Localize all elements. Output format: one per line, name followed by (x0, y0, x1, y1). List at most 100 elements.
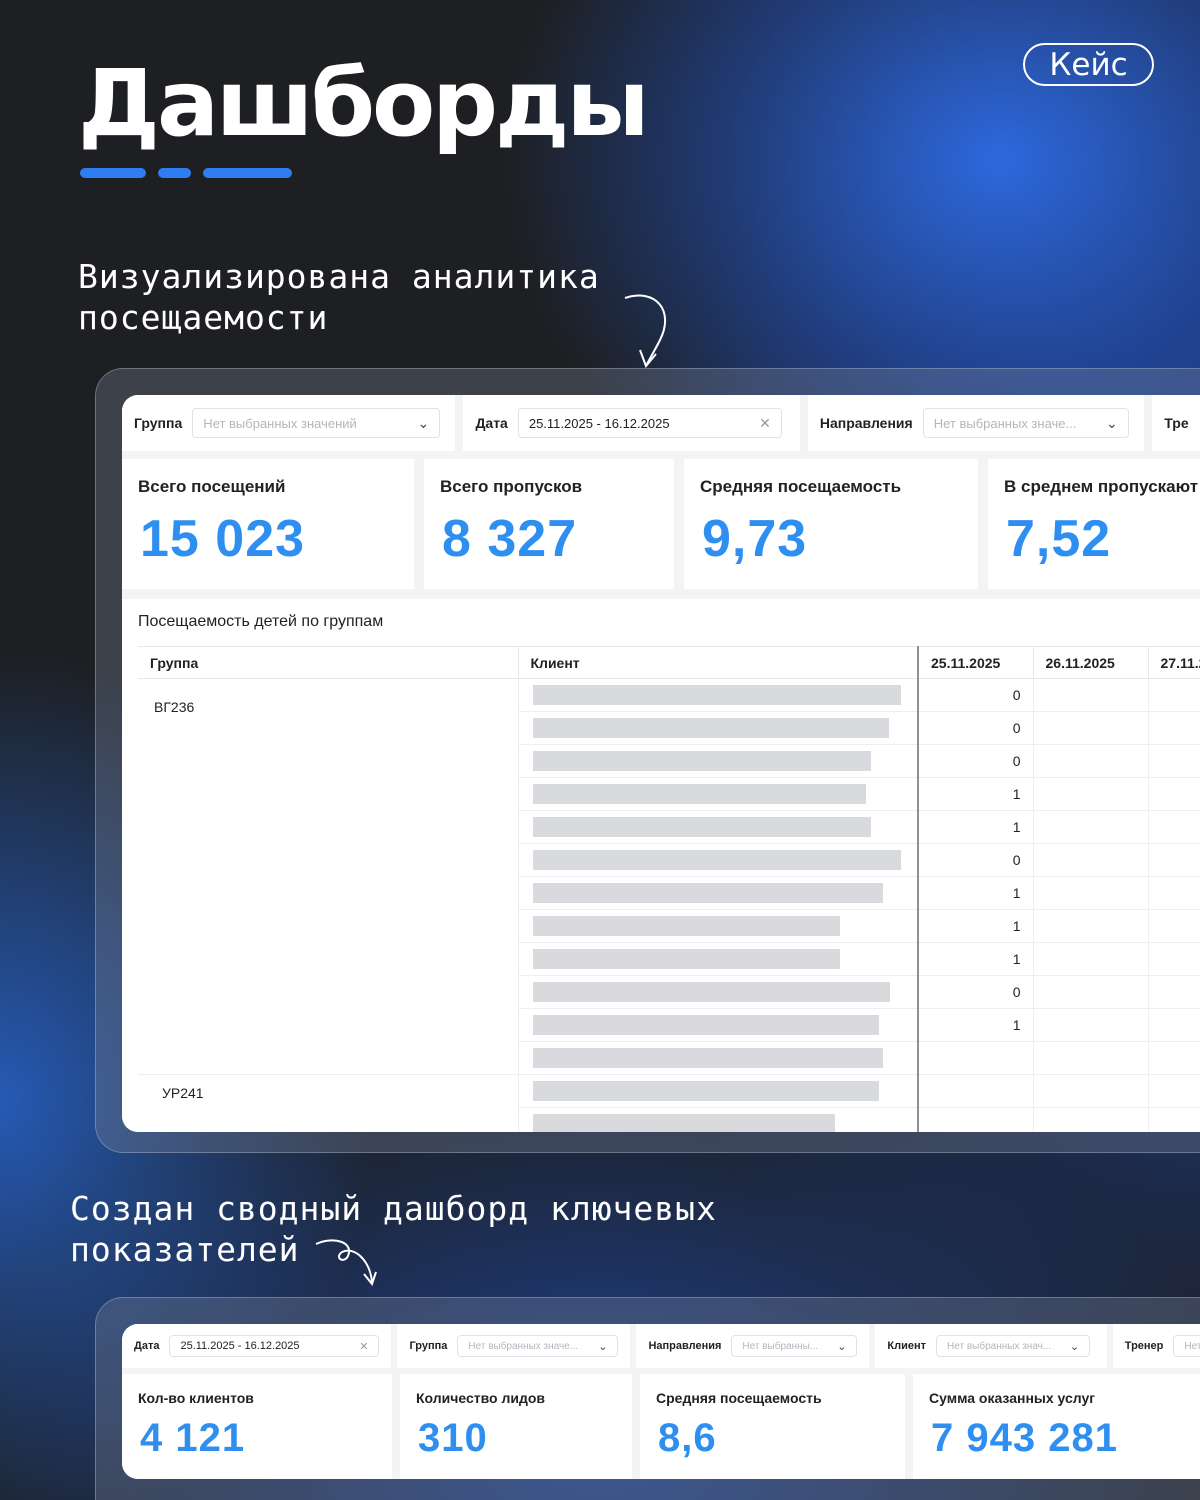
filter-label: Направления (819, 415, 913, 431)
close-icon[interactable]: ✕ (359, 1340, 368, 1353)
client-cell (518, 744, 919, 778)
attendance-value (1148, 909, 1200, 943)
redacted-name (532, 916, 840, 936)
filter-bar: Группа Нет выбранных значений ⌄ Дата 25.… (122, 395, 1200, 451)
attendance-value (1033, 1008, 1149, 1042)
redacted-name (532, 850, 901, 870)
directions-select[interactable]: Нет выбранных значе... ⌄ (922, 408, 1129, 438)
column-header[interactable]: 26.11.2025 (1033, 646, 1149, 679)
kpi-title: Сумма оказанных услуг (929, 1390, 1096, 1406)
attendance-value (1148, 975, 1200, 1009)
attendance-value (917, 1074, 1034, 1108)
filter-label: Группа (409, 1340, 448, 1352)
table-title: Посещаемость детей по группам (138, 613, 384, 630)
client-cell (518, 810, 919, 844)
chevron-down-icon[interactable]: ⌄ (418, 415, 430, 432)
client-cell (518, 777, 919, 811)
filter-date[interactable]: Дата 25.11.2025 - 16.12.2025 ✕ (122, 1324, 392, 1368)
group-cell: УР241 (138, 1074, 519, 1132)
attendance-value (1033, 711, 1149, 745)
filter-label: Группа (134, 415, 183, 431)
redacted-name (532, 883, 883, 903)
column-header[interactable]: Клиент (518, 646, 919, 679)
client-select[interactable]: Нет выбранных знач... ⌄ (936, 1335, 1091, 1357)
underline-dash (203, 168, 292, 178)
trainer-select[interactable]: Нет (1173, 1335, 1200, 1357)
column-header[interactable]: 25.11.2025 (917, 646, 1034, 679)
group-select[interactable]: Нет выбранных значе... ⌄ (457, 1335, 619, 1357)
kpi-clients: Кол-во клиентов 4 121 (122, 1374, 392, 1479)
table-row: УР241 (138, 1074, 1200, 1132)
filter-label: Направления (648, 1340, 722, 1352)
client-cell (518, 1008, 919, 1042)
group-cell: ВГ236 (138, 678, 519, 1075)
chevron-down-icon[interactable]: ⌄ (837, 1340, 846, 1353)
kpi-average-absences: В среднем пропускают 7,52 (988, 459, 1200, 589)
kpi-value: 15 023 (140, 510, 306, 568)
attendance-value: 1 (917, 909, 1034, 943)
caption-line: показателей (70, 1230, 300, 1269)
kpi-total-absences: Всего пропусков 8 327 (424, 459, 674, 589)
attendance-value (917, 1041, 1034, 1075)
kpi-value: 8,6 (658, 1416, 717, 1460)
kpi-value: 8 327 (442, 510, 578, 568)
filter-trainer[interactable]: Тренер Нет (1112, 1324, 1200, 1368)
redacted-name (532, 685, 901, 705)
attendance-value: 0 (917, 975, 1034, 1009)
directions-select[interactable]: Нет выбранны... ⌄ (731, 1335, 858, 1357)
filter-directions[interactable]: Направления Нет выбранных значе... ⌄ (807, 395, 1145, 451)
title-underline (80, 168, 292, 178)
select-placeholder: Нет выбранных значе... (468, 1340, 579, 1352)
dashboard-frame: Группа Нет выбранных значений ⌄ Дата 25.… (95, 368, 1200, 1153)
attendance-value: 1 (917, 777, 1034, 811)
kpi-average-attendance: Средняя посещаемость 9,73 (684, 459, 978, 589)
filter-directions[interactable]: Направления Нет выбранны... ⌄ (636, 1324, 870, 1368)
attendance-value (1033, 942, 1149, 976)
column-header[interactable]: Группа (138, 646, 519, 679)
date-range-value: 25.11.2025 - 16.12.2025 (528, 415, 670, 431)
attendance-value (1148, 678, 1200, 712)
filter-date[interactable]: Дата 25.11.2025 - 16.12.2025 ✕ (463, 395, 800, 451)
chevron-down-icon[interactable]: ⌄ (1106, 415, 1118, 432)
client-cell (518, 942, 919, 976)
case-badge: Кейс (1023, 43, 1154, 86)
filter-bar: Дата 25.11.2025 - 16.12.2025 ✕ Группа Не… (122, 1324, 1200, 1368)
attendance-table: Группа Клиент 25.11.2025 26.11.2025 27.1… (138, 646, 1200, 1132)
date-range-input[interactable]: 25.11.2025 - 16.12.2025 ✕ (517, 408, 782, 438)
filter-label: Дата (475, 415, 508, 431)
redacted-name (532, 784, 866, 804)
select-placeholder: Нет выбранных значе... (933, 415, 1077, 431)
kpi-services-sum: Сумма оказанных услуг 7 943 281 (913, 1374, 1200, 1479)
select-placeholder: Нет выбранных значений (203, 415, 357, 431)
client-cell (518, 909, 919, 943)
chevron-down-icon[interactable]: ⌄ (1070, 1340, 1079, 1353)
filter-client[interactable]: Клиент Нет выбранных знач... ⌄ (875, 1324, 1107, 1368)
attendance-dashboard: Группа Нет выбранных значений ⌄ Дата 25.… (122, 395, 1200, 1132)
caption-summary: Создан сводный дашборд ключевых показате… (70, 1188, 717, 1270)
attendance-value: 0 (917, 678, 1034, 712)
client-cell (518, 975, 919, 1009)
kpi-title: Всего пропусков (440, 477, 583, 496)
filter-group[interactable]: Группа Нет выбранных значений ⌄ (122, 395, 456, 451)
filter-label: Тре (1164, 415, 1189, 431)
filter-group[interactable]: Группа Нет выбранных значе... ⌄ (397, 1324, 631, 1368)
attendance-value (1033, 810, 1149, 844)
attendance-value (1148, 942, 1200, 976)
column-header[interactable]: 27.11.2 (1148, 646, 1200, 679)
date-range-input[interactable]: 25.11.2025 - 16.12.2025 ✕ (169, 1335, 380, 1357)
close-icon[interactable]: ✕ (759, 415, 771, 432)
chevron-down-icon[interactable]: ⌄ (598, 1340, 607, 1353)
attendance-value (1033, 876, 1149, 910)
select-placeholder: Нет выбранны... (742, 1340, 819, 1352)
attendance-value (1033, 1074, 1149, 1108)
select-placeholder: Нет (1184, 1340, 1200, 1352)
group-select[interactable]: Нет выбранных значений ⌄ (192, 408, 441, 438)
filter-trainer[interactable]: Тре (1152, 395, 1200, 451)
attendance-value (1033, 678, 1149, 712)
redacted-name (532, 1081, 879, 1101)
attendance-table-panel: Посещаемость детей по группам Группа Кли… (122, 599, 1200, 1132)
redacted-name (532, 949, 840, 969)
date-range-value: 25.11.2025 - 16.12.2025 (180, 1340, 300, 1352)
kpi-value: 310 (418, 1416, 488, 1460)
attendance-value (917, 1107, 1034, 1132)
